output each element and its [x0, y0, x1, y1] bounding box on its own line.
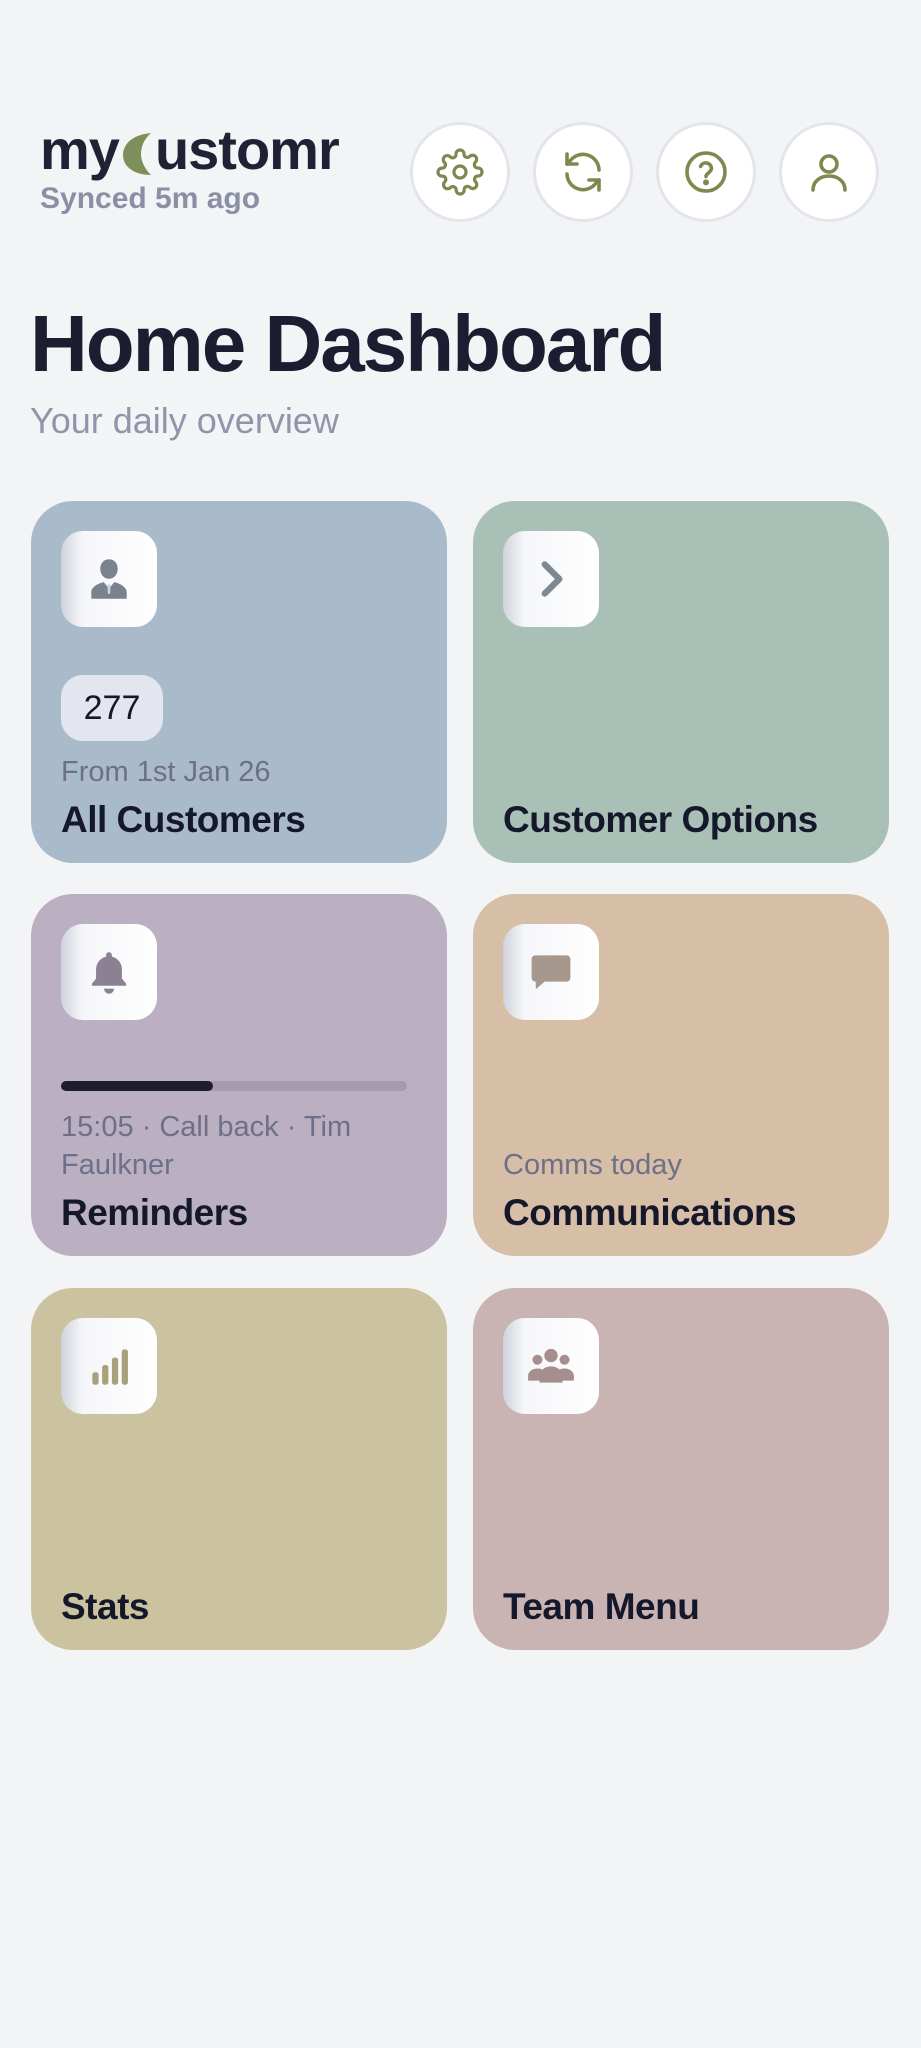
- app-logo: my ustomr: [40, 118, 340, 182]
- help-icon: [685, 151, 727, 193]
- chevron-right-icon: [541, 561, 563, 597]
- customer-icon: [91, 559, 127, 599]
- leaf-icon: [122, 133, 151, 175]
- tile-icon-box: [61, 924, 157, 1020]
- tile-all-customers[interactable]: 277 From 1st Jan 26 All Customers: [31, 501, 447, 863]
- settings-icon: [436, 148, 484, 196]
- customers-since-label: From 1st Jan 26: [61, 756, 271, 788]
- tile-title: All Customers: [61, 799, 306, 840]
- reminders-progress-fill: [61, 1081, 214, 1091]
- refresh-button[interactable]: [533, 122, 633, 222]
- bar-chart-icon: [92, 1349, 128, 1385]
- tile-icon-box: [61, 1318, 157, 1414]
- tile-icon-box: [503, 1318, 599, 1414]
- tile-icon-box: [61, 531, 157, 627]
- user-icon: [811, 154, 847, 192]
- help-button[interactable]: [656, 122, 756, 222]
- tile-title: Customer Options: [503, 799, 818, 840]
- comms-today-label: Comms today: [503, 1149, 682, 1181]
- tile-communications[interactable]: Comms today Communications: [473, 894, 889, 1256]
- profile-button[interactable]: [779, 122, 879, 222]
- tile-title: Team Menu: [503, 1586, 700, 1627]
- tile-customer-options[interactable]: Customer Options: [473, 501, 889, 863]
- next-reminder-label: 15:05 · Call back · Tim Faulkner: [61, 1111, 352, 1181]
- tile-title: Reminders: [61, 1192, 248, 1233]
- header: my ustomr Synced 5m ago: [0, 0, 921, 260]
- chat-icon: [531, 955, 571, 990]
- tile-title: Communications: [503, 1192, 797, 1233]
- logo-suffix: ustomr: [154, 118, 340, 181]
- tile-team-menu[interactable]: Team Menu: [473, 1288, 889, 1650]
- page-subtitle: Your daily overview: [30, 400, 339, 441]
- tile-icon-box: [503, 531, 599, 627]
- customer-count-badge: 277: [61, 675, 163, 741]
- refresh-icon: [565, 152, 601, 192]
- tile-title: Stats: [61, 1586, 149, 1627]
- tile-stats[interactable]: Stats: [31, 1288, 447, 1650]
- bell-icon: [91, 952, 127, 994]
- team-icon: [528, 1348, 574, 1383]
- page-title: Home Dashboard: [30, 299, 666, 388]
- tile-reminders[interactable]: 15:05 · Call back · Tim Faulkner Reminde…: [31, 894, 447, 1256]
- reminders-progress-bar: [61, 1081, 407, 1091]
- sync-status: Synced 5m ago: [40, 182, 261, 215]
- settings-button[interactable]: [410, 122, 510, 222]
- logo-prefix: my: [40, 118, 120, 181]
- tile-icon-box: [503, 924, 599, 1020]
